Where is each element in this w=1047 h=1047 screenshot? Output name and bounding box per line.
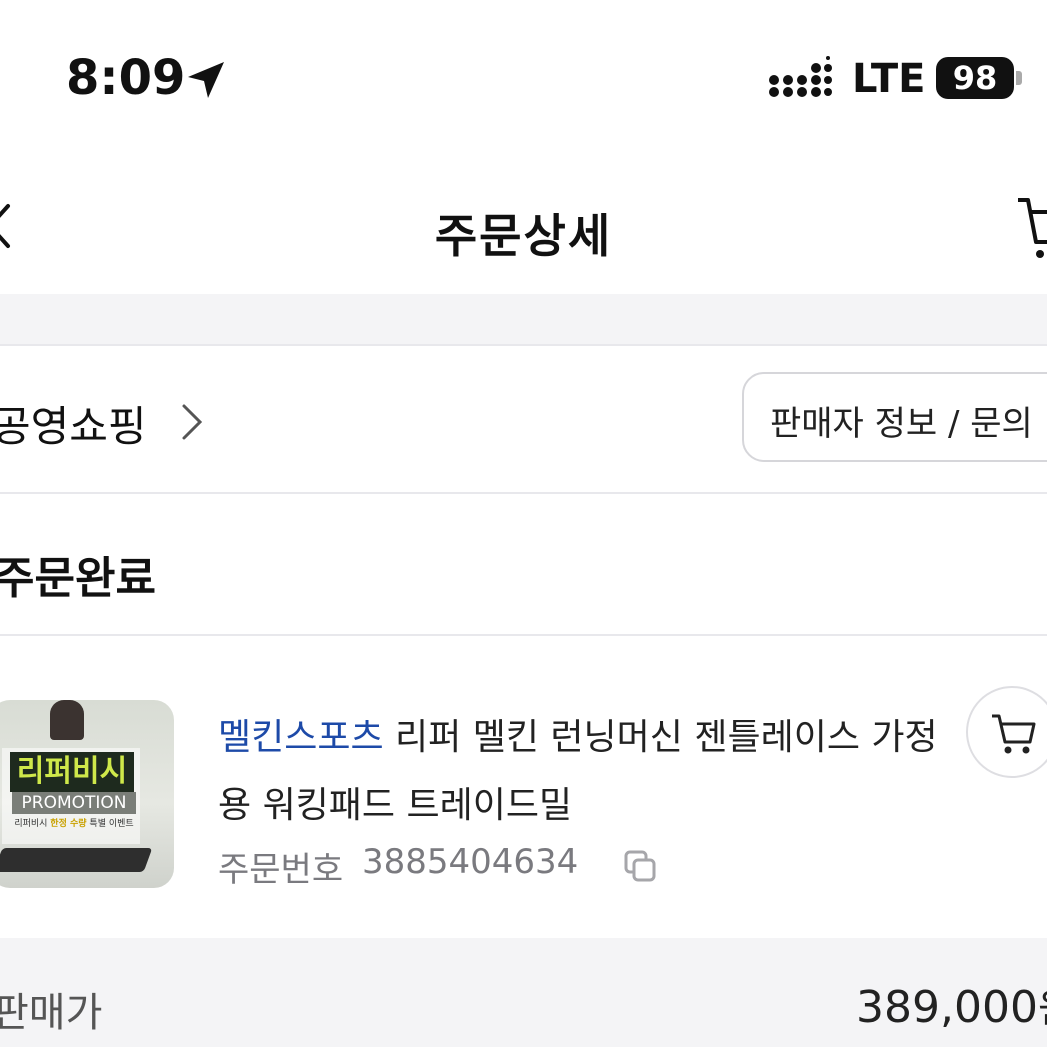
thumbnail-promo: PROMOTION (12, 792, 136, 814)
divider (0, 492, 1047, 494)
divider (0, 344, 1047, 346)
copy-icon[interactable] (622, 848, 658, 884)
order-status: 주문완료 (0, 553, 156, 604)
thumbnail-subtitle: 리퍼비시 한정 수량 특별 이벤트 (14, 819, 134, 829)
battery-tip (1016, 71, 1022, 85)
seller-name-link[interactable]: 공영쇼핑 (0, 393, 147, 454)
price-value: 389,000원 (856, 976, 1047, 1034)
status-time: 8:09 (66, 50, 186, 106)
signal-icon (769, 56, 832, 97)
thumbnail-title: 리퍼비시 (10, 752, 134, 792)
chevron-right-icon[interactable] (178, 402, 206, 442)
status-bar: 8:09 LTE 98 (0, 0, 1047, 150)
price-unit: 원 (1038, 986, 1047, 1032)
product-thumbnail[interactable]: 리퍼비시 PROMOTION 리퍼비시 한정 수량 특별 이벤트 (0, 700, 174, 888)
section-gap (0, 294, 1047, 344)
order-number: 3885404634 (362, 842, 579, 882)
thumbnail-walking-pad (0, 848, 153, 872)
seller-info-button[interactable]: 판매자 정보 / 문의 (742, 372, 1047, 462)
product-brand[interactable]: 멜킨스포츠 (218, 717, 384, 758)
order-detail-page: 8:09 LTE 98 주문상세 공영쇼핑 판매자 정보 / 문의 주문완료 리… (0, 0, 1047, 1047)
product-name-link[interactable]: 멜킨스포츠 리퍼 멜킨 런닝머신 젠틀레이스 가정용 워킹패드 트레이드밀 (218, 704, 938, 840)
divider (0, 634, 1047, 636)
add-to-cart-button[interactable] (966, 686, 1047, 778)
thumbnail-model (50, 700, 84, 740)
location-arrow-icon (188, 62, 224, 98)
cart-icon (992, 714, 1036, 754)
battery-indicator: 98 (936, 57, 1022, 99)
page-title: 주문상세 (434, 209, 613, 263)
price-label: 판매가 (0, 990, 103, 1036)
order-number-label: 주문번호 (218, 850, 344, 890)
network-type: LTE (852, 56, 926, 102)
seller-info-label: 판매자 정보 / 문의 (770, 404, 1033, 444)
battery-level: 98 (936, 57, 1014, 99)
cart-icon[interactable] (1016, 192, 1047, 262)
